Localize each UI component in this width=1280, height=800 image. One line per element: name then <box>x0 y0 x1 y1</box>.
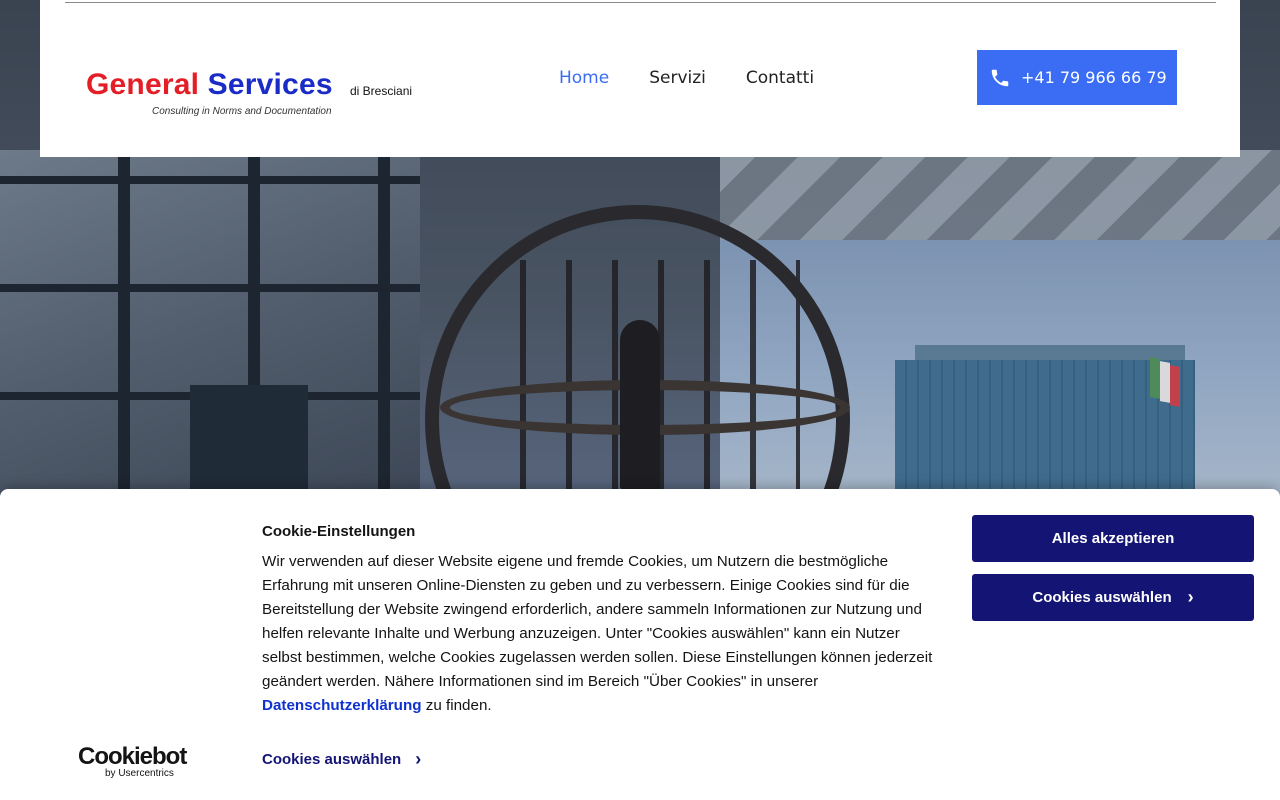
site-logo[interactable]: General Services di Bresciani Consulting… <box>86 68 426 123</box>
phone-number: +41 79 966 66 79 <box>1021 68 1167 87</box>
logo-title: General Services <box>86 68 333 102</box>
chevron-right-icon: › <box>415 749 422 769</box>
logo-subtitle: Consulting in Norms and Documentation <box>152 106 332 117</box>
nav-item-home[interactable]: Home <box>559 68 609 88</box>
hero-flag-white <box>1160 361 1170 403</box>
phone-button[interactable]: +41 79 966 66 79 <box>977 50 1177 105</box>
logo-word-services: Services <box>207 68 333 101</box>
nav-item-contatti[interactable]: Contatti <box>746 68 814 88</box>
logo-word-general: General <box>86 68 200 101</box>
hero-roof-structure <box>720 150 1280 240</box>
hero-flag-red <box>1170 365 1180 407</box>
cookie-text-end: zu finden. <box>425 697 492 714</box>
cookiebot-logo[interactable]: Cookiebot by Usercentrics <box>78 743 188 779</box>
accept-all-button[interactable]: Alles akzeptieren <box>972 515 1254 562</box>
header-divider <box>65 2 1216 3</box>
cookie-banner-text: Wir verwenden auf dieser Website eigene … <box>262 550 942 718</box>
chevron-right-icon: › <box>1187 587 1194 607</box>
cookiebot-logo-name: Cookiebot <box>78 743 187 770</box>
hero-vitruvian-figure <box>620 320 660 490</box>
cookie-details-label: Cookies auswählen <box>262 751 402 768</box>
select-cookies-button[interactable]: Cookies auswählen › <box>972 574 1254 621</box>
logo-di-bresciani: di Bresciani <box>350 84 413 98</box>
hero-poster-panel <box>190 385 308 500</box>
cookie-text-body: Wir verwenden auf dieser Website eigene … <box>262 553 933 690</box>
cookie-banner-title: Cookie-Einstellungen <box>262 523 416 540</box>
site-header: General Services di Bresciani Consulting… <box>40 0 1240 157</box>
nav-item-servizi[interactable]: Servizi <box>649 68 706 88</box>
cookie-banner: Cookie-Einstellungen Wir verwenden auf d… <box>0 489 1280 800</box>
privacy-policy-link[interactable]: Datenschutzerklärung <box>262 697 422 714</box>
select-cookies-label: Cookies auswählen <box>1032 589 1172 606</box>
hero-flag-green <box>1150 357 1160 399</box>
cookie-details-toggle[interactable]: Cookies auswählen › <box>262 749 422 769</box>
phone-icon <box>991 69 1009 86</box>
main-nav: Home Servizi Contatti <box>559 68 854 88</box>
